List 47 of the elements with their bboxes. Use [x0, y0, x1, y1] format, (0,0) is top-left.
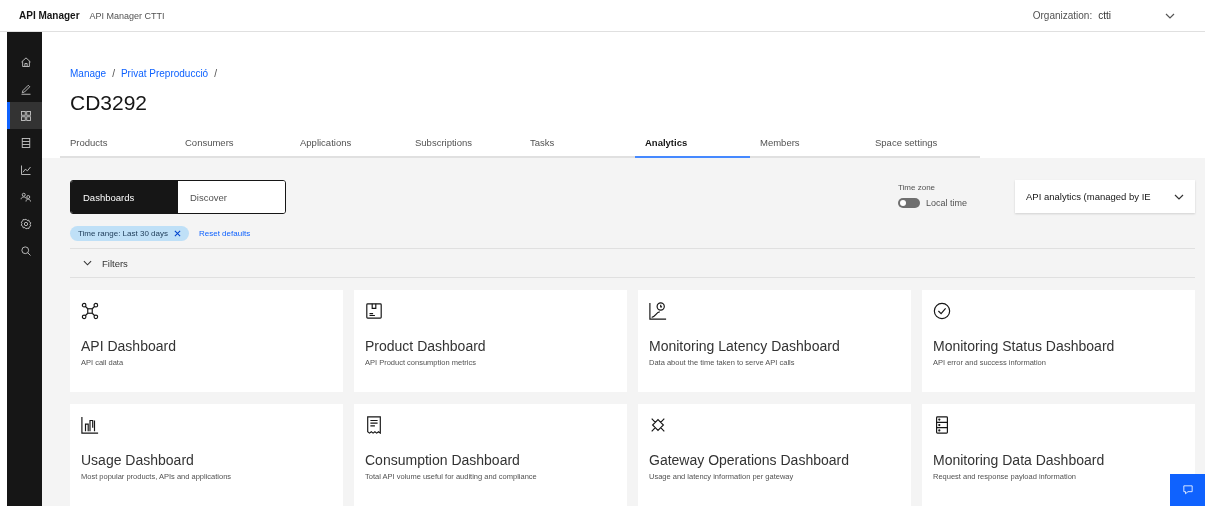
chevron-down-icon: [1174, 193, 1184, 200]
organization-selector[interactable]: Organization: ctti: [1032, 10, 1175, 21]
grid-icon: [20, 109, 32, 122]
card-title: API Dashboard: [81, 338, 176, 354]
settings-icon: [20, 217, 32, 230]
card-title: Gateway Operations Dashboard: [649, 452, 849, 468]
pencil-icon: [20, 82, 32, 95]
home-icon: [20, 55, 32, 68]
reset-defaults-link[interactable]: Reset defaults: [199, 229, 251, 238]
instance-name: API Manager CTTI: [89, 10, 165, 21]
card-title: Monitoring Status Dashboard: [933, 338, 1115, 354]
server-icon: [933, 416, 951, 434]
card-title: Product Dashboard: [365, 338, 486, 354]
page-title: CD3292: [70, 91, 149, 115]
line-chart-icon: [20, 163, 32, 176]
chevron-icon: [83, 260, 92, 266]
breadcrumb-separator: /: [112, 68, 115, 79]
chevron-down-icon: [1165, 12, 1175, 19]
breadcrumb-link[interactable]: Privat Preproducció: [120, 68, 209, 79]
card-title: Monitoring Latency Dashboard: [649, 338, 840, 354]
receipt-icon: [365, 416, 383, 434]
card-title: Usage Dashboard: [81, 452, 194, 468]
sidebar-nav-button[interactable]: [7, 102, 42, 129]
checkmark-circle-icon: [933, 302, 951, 320]
breadcrumb-link[interactable]: Manage: [70, 68, 107, 79]
users-icon: [20, 190, 32, 203]
search-icon: [20, 244, 32, 257]
box-icon: [365, 302, 383, 320]
bar-chart-icon: [81, 416, 99, 434]
breadcrumb-separator: /: [214, 68, 217, 79]
service-dropdown[interactable]: API analytics (managed by IE: [1015, 180, 1195, 213]
product-name[interactable]: API Manager: [19, 10, 80, 21]
filter-tag: Time range: Last 30 days: [70, 226, 189, 241]
archive-icon: [20, 136, 32, 149]
filters-accordion[interactable]: Filters: [70, 248, 1195, 278]
chart-clock-icon: [649, 302, 667, 320]
toggle-switch[interactable]: [898, 198, 920, 208]
card-title: Monitoring Data Dashboard: [933, 452, 1105, 468]
view-switch-button[interactable]: Dashboards: [71, 181, 178, 213]
close-icon[interactable]: [174, 230, 181, 237]
card-title: Consumption Dashboard: [365, 452, 520, 468]
toggle-label: Local time: [926, 198, 968, 208]
chat-icon: [1182, 485, 1193, 495]
time-zone-label: Time zone: [898, 183, 936, 192]
network-nodes-icon: [81, 302, 99, 320]
view-switch-button[interactable]: Discover: [178, 181, 285, 213]
feedback-button[interactable]: [1170, 474, 1205, 506]
